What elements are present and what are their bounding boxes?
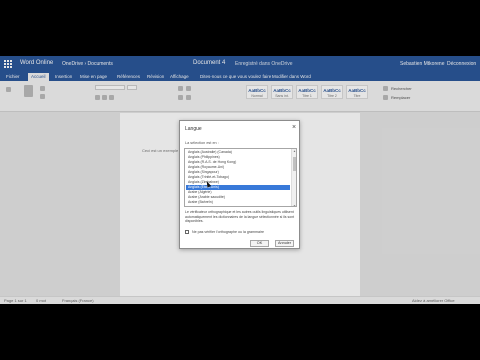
language-dialog: Langue × La sélection est en : Anglais (… — [179, 120, 300, 249]
ok-button[interactable]: OK — [250, 240, 269, 247]
list-scrollbar[interactable]: ▲ ▼ — [291, 149, 296, 206]
scroll-down-icon[interactable]: ▼ — [292, 204, 296, 206]
language-list[interactable]: Anglais (Australie) (Canada) Anglais (Ph… — [184, 148, 297, 207]
cancel-button[interactable]: Annuler — [275, 240, 294, 247]
no-proofing-label[interactable]: Ne pas vérifier l'orthographe ou la gram… — [192, 230, 264, 234]
dialog-note: Le vérificateur orthographique et les au… — [185, 210, 295, 223]
language-prompt: La sélection est en : — [185, 141, 219, 145]
scroll-thumb[interactable] — [293, 157, 296, 171]
dialog-title: Langue — [185, 126, 202, 132]
scroll-up-icon[interactable]: ▲ — [292, 149, 296, 153]
list-item[interactable]: Arabe (Bahreïn) — [186, 200, 290, 205]
close-icon[interactable]: × — [290, 124, 298, 132]
word-online-window: Word Online OneDrive › Documents Documen… — [0, 56, 480, 304]
no-proofing-checkbox[interactable] — [185, 230, 189, 234]
